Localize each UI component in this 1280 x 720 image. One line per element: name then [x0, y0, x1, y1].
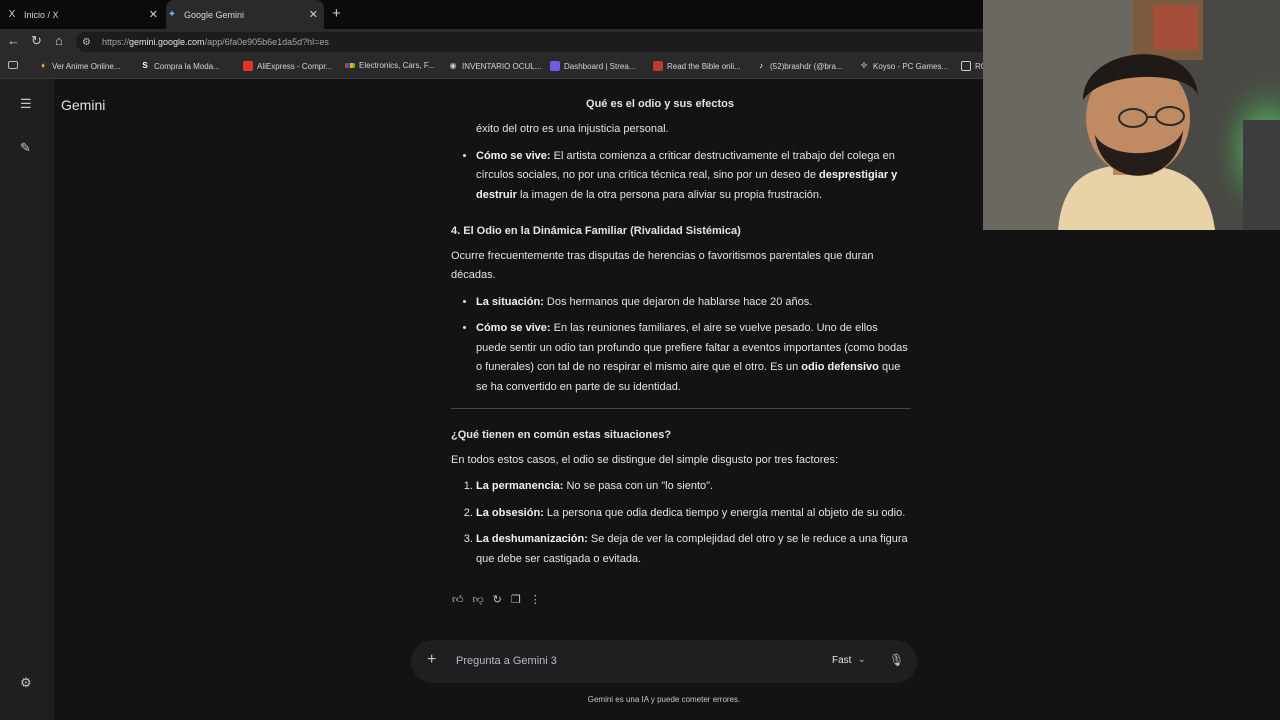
bookmark-favicon	[961, 61, 971, 71]
bookmark-item[interactable]: Read the Bible onli...	[653, 61, 741, 71]
side-rail: ☰ ✎ ⚙	[0, 79, 54, 720]
bookmark-favicon	[653, 61, 663, 71]
list-item: Cómo se vive: En las reuniones familiare…	[476, 319, 911, 397]
bookmark-item[interactable]: Dashboard | Strea...	[550, 61, 635, 71]
bullet-list: Cómo se vive: El artista comienza a crit…	[451, 147, 911, 206]
divider	[451, 408, 911, 409]
prompt-placeholder[interactable]: Pregunta a Gemini 3	[456, 655, 557, 667]
back-icon[interactable]: ←	[7, 33, 20, 48]
copy-icon[interactable]: ❐	[511, 593, 521, 606]
partial-line: éxito del otro es una injusticia persona…	[476, 123, 669, 135]
url-path: /app/6fa0e905b6e1da5d?hl=es	[204, 37, 329, 47]
list-item: La permanencia: No se pasa con un "lo si…	[476, 477, 911, 497]
conversation-title[interactable]: Qué es el odio y sus efectos	[440, 98, 880, 110]
bookmark-favicon: ♦	[40, 61, 46, 70]
bookmark-item[interactable]: AliExpress - Compr...	[243, 61, 332, 71]
bookmarks-menu-icon[interactable]	[8, 61, 22, 69]
webcam-person-image	[983, 0, 1280, 230]
chevron-down-icon[interactable]: ⌄	[858, 654, 866, 665]
tiktok-icon: ♪	[759, 61, 763, 70]
bookmark-favicon: S	[142, 61, 148, 70]
webcam-overlay	[983, 0, 1280, 230]
new-chat-icon[interactable]: ✎	[20, 140, 31, 156]
thumbs-down-icon[interactable]: 👎︎	[473, 593, 484, 606]
site-info-icon[interactable]: ⚙	[82, 37, 94, 48]
bookmark-favicon	[345, 63, 355, 68]
app-name: Gemini	[61, 97, 106, 113]
tab-label: Inicio / X	[24, 9, 59, 20]
thumbs-up-icon[interactable]: 👍︎	[452, 593, 464, 606]
section-heading: ¿Qué tienen en común estas situaciones?	[451, 429, 672, 441]
response-actions: 👍︎ 👎︎ ↻ ❐ ⋮	[452, 593, 541, 606]
bookmark-favicon: ✢	[860, 61, 868, 70]
bookmark-item[interactable]: ♦ Ver Anime Online...	[38, 61, 121, 71]
home-icon[interactable]: ⌂	[55, 33, 63, 48]
gemini-spark-icon: ✦	[167, 9, 177, 20]
bookmark-favicon: ◉	[449, 61, 457, 70]
url-host: gemini.google.com	[129, 37, 205, 47]
bookmark-favicon	[243, 61, 253, 71]
tab-inicio-x[interactable]: X Inicio / X ✕	[6, 0, 164, 29]
section-intro: En todos estos casos, el odio se disting…	[451, 453, 839, 466]
settings-icon[interactable]: ⚙	[20, 675, 32, 691]
bookmark-item[interactable]: Electronics, Cars, F...	[345, 61, 435, 70]
tab-label: Google Gemini	[184, 9, 245, 20]
model-mode-selector[interactable]: Fast	[832, 655, 851, 666]
list-item: La situación: Dos hermanos que dejaron d…	[476, 293, 911, 313]
bookmark-item[interactable]: ♪ (52)brashdr (@bra...	[756, 61, 843, 71]
bookmark-favicon	[550, 61, 560, 71]
regenerate-icon[interactable]: ↻	[493, 593, 502, 606]
bookmark-item[interactable]: ✢ Koyso - PC Games...	[859, 61, 949, 71]
list-item: La deshumanización: Se deja de ver la co…	[476, 530, 911, 569]
list-item: Cómo se vive: El artista comienza a crit…	[476, 147, 911, 206]
reload-icon[interactable]: ↻	[31, 33, 42, 49]
item-label: Cómo se vive:	[476, 149, 551, 162]
list-item: La obsesión: La persona que odia dedica …	[476, 504, 911, 524]
plus-icon[interactable]: +	[427, 651, 436, 669]
x-logo-icon: X	[8, 9, 16, 20]
tab-google-gemini[interactable]: ✦ Google Gemini ✕	[166, 0, 324, 29]
more-options-icon[interactable]: ⋮	[530, 593, 541, 606]
prompt-input-box[interactable]: + Pregunta a Gemini 3 Fast ⌄ 🎙︎	[411, 640, 917, 683]
response-content: éxito del otro es una injusticia persona…	[451, 122, 911, 569]
disclaimer: Gemini es una IA y puede cometer errores…	[587, 695, 741, 704]
address-bar[interactable]: ⚙ https:// gemini.google.com /app/6fa0e9…	[76, 32, 996, 52]
url-prefix: https://	[102, 37, 130, 47]
bullet-list: La situación: Dos hermanos que dejaron d…	[451, 293, 911, 398]
microphone-icon[interactable]: 🎙︎	[889, 653, 904, 667]
new-tab-icon[interactable]: +	[332, 5, 341, 22]
numbered-list: La permanencia: No se pasa con un "lo si…	[451, 477, 911, 569]
bookmark-item[interactable]: S Compra la Moda...	[140, 61, 219, 71]
section-heading: 4. El Odio en la Dinámica Familiar (Riva…	[451, 225, 741, 237]
bookmark-item[interactable]: ◉ INVENTARIO OCUL...	[448, 61, 542, 71]
close-tab-icon[interactable]: ✕	[309, 8, 318, 21]
section-intro: Ocurre frecuentemente tras disputas de h…	[451, 249, 874, 282]
menu-icon[interactable]: ☰	[20, 96, 32, 112]
close-tab-icon[interactable]: ✕	[149, 8, 158, 21]
